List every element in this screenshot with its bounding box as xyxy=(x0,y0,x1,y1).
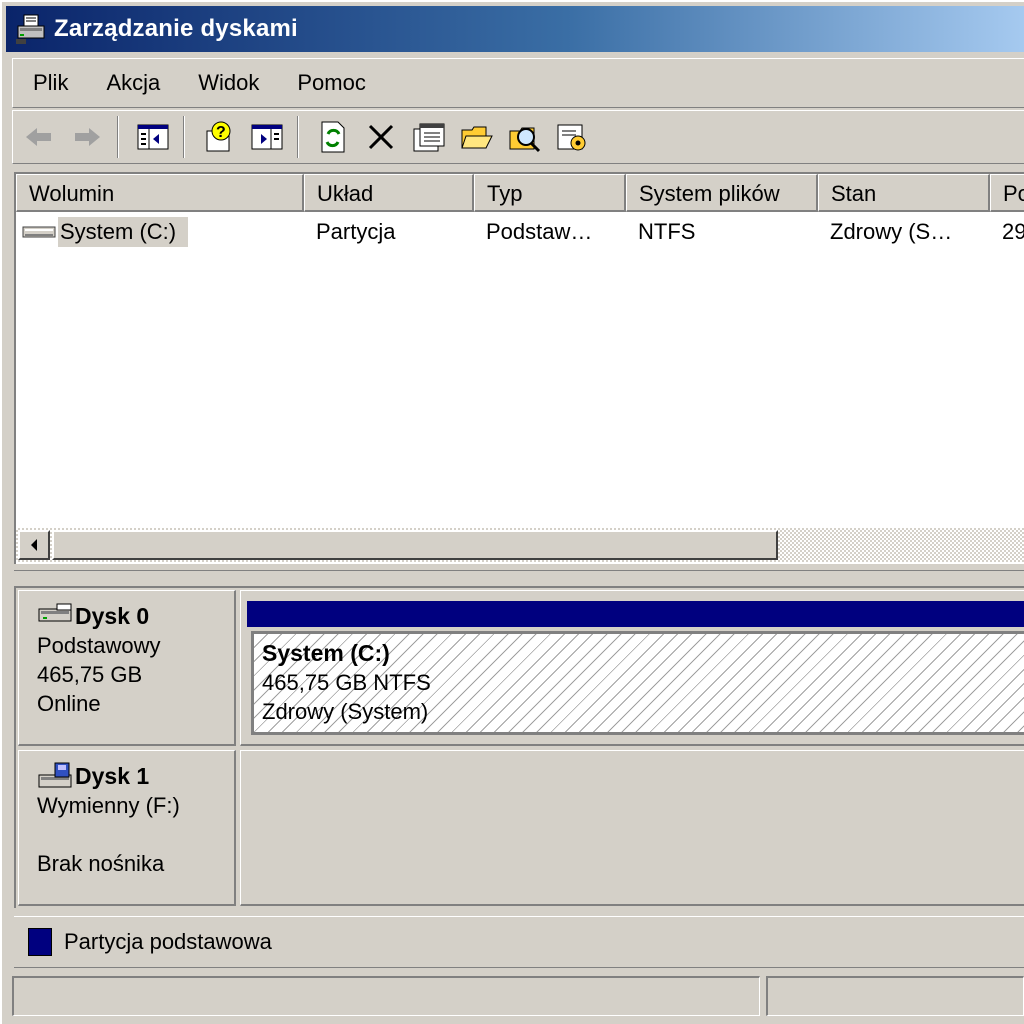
cell-filesystem: NTFS xyxy=(638,219,696,244)
disk-row-0: Dysk 0 Podstawowy 465,75 GB Online Syste… xyxy=(16,588,1024,748)
column-header-volume[interactable]: Wolumin xyxy=(16,174,304,212)
cell-status: Zdrowy (S… xyxy=(830,219,953,244)
title-bar[interactable]: Zarządzanie dyskami xyxy=(6,6,1024,52)
column-header-layout[interactable]: Układ xyxy=(304,174,474,212)
properties-button[interactable] xyxy=(407,115,451,159)
toolbar-separator xyxy=(183,116,185,158)
disk-title: Dysk 0 xyxy=(37,601,234,631)
disk-partitions-0: System (C:) 465,75 GB NTFS Zdrowy (Syste… xyxy=(240,590,1024,746)
volume-name: System (C:) xyxy=(58,217,189,247)
disk-info-0[interactable]: Dysk 0 Podstawowy 465,75 GB Online xyxy=(18,590,236,746)
disk-name: Dysk 1 xyxy=(75,762,150,789)
explore-button[interactable] xyxy=(503,115,547,159)
cell-capacity: 29 xyxy=(1002,219,1024,244)
open-icon xyxy=(461,126,493,149)
forward-button[interactable] xyxy=(65,115,109,159)
settings-icon xyxy=(557,124,586,151)
status-bar xyxy=(12,976,1024,1016)
svg-text:?: ? xyxy=(216,124,226,141)
partition-name: System (C:) xyxy=(262,640,390,666)
primary-partition-bar xyxy=(247,601,1024,627)
drive-icon xyxy=(22,226,56,238)
show-hide-tree-icon xyxy=(137,124,169,150)
legend-swatch-primary-partition xyxy=(28,928,52,956)
scroll-left-button[interactable] xyxy=(18,530,50,560)
horizontal-scrollbar[interactable] xyxy=(16,528,1024,562)
menu-file[interactable]: Plik xyxy=(13,63,86,103)
refresh-button[interactable] xyxy=(311,115,355,159)
window-title: Zarządzanie dyskami xyxy=(54,15,298,42)
scrollbar-thumb[interactable] xyxy=(52,530,778,560)
menu-help[interactable]: Pomoc xyxy=(277,63,383,103)
cell-type: Podstaw… xyxy=(486,219,593,244)
show-hide-tree-button[interactable] xyxy=(131,115,175,159)
partition-status: Zdrowy (System) xyxy=(262,699,429,724)
column-header-filesystem[interactable]: System plików xyxy=(626,174,818,212)
delete-button[interactable] xyxy=(359,115,403,159)
show-hide-action-pane-button[interactable] xyxy=(245,115,289,159)
open-button[interactable] xyxy=(455,115,499,159)
disk-type: Podstawowy xyxy=(37,633,161,658)
list-header: Wolumin Układ Typ System plików Stan Po xyxy=(16,174,1024,212)
properties-icon xyxy=(413,123,445,152)
explore-icon xyxy=(509,127,541,153)
help-icon: ? xyxy=(206,121,231,152)
cell-volume: System (C:) xyxy=(16,217,304,247)
back-icon xyxy=(26,128,51,146)
disk-management-icon xyxy=(14,12,48,46)
delete-icon xyxy=(368,124,394,150)
arrow-left-icon xyxy=(31,539,37,551)
disk-management-window: Zarządzanie dyskami Plik Akcja Widok Pom… xyxy=(0,0,1024,1024)
table-row[interactable]: System (C:) Partycja Podstaw… NTFS Zdrow… xyxy=(16,214,1024,250)
column-header-capacity[interactable]: Po xyxy=(990,174,1024,212)
disk-info-1[interactable]: Dysk 1 Wymienny (F:) Brak nośnika xyxy=(18,750,236,906)
disk-title: Dysk 1 xyxy=(37,761,234,791)
back-button[interactable] xyxy=(17,115,61,159)
disk-row-1: Dysk 1 Wymienny (F:) Brak nośnika xyxy=(16,748,1024,908)
legend: Partycja podstawowa xyxy=(14,916,1024,968)
disk-size: 465,75 GB xyxy=(37,662,143,687)
hard-disk-icon xyxy=(38,603,72,622)
cell-layout: Partycja xyxy=(316,219,396,244)
column-header-type[interactable]: Typ xyxy=(474,174,626,212)
pane-splitter[interactable] xyxy=(14,570,1024,580)
partition-detail: 465,75 GB NTFS xyxy=(262,670,431,695)
disk-state: Online xyxy=(37,691,101,716)
menu-view[interactable]: Widok xyxy=(178,63,277,103)
toolbar-separator xyxy=(297,116,299,158)
partition-system-c[interactable]: System (C:) 465,75 GB NTFS Zdrowy (Syste… xyxy=(251,631,1024,735)
menu-action[interactable]: Akcja xyxy=(86,63,178,103)
disk-graphical-view: Dysk 0 Podstawowy 465,75 GB Online Syste… xyxy=(14,586,1024,908)
settings-button[interactable] xyxy=(551,115,595,159)
forward-icon xyxy=(75,128,100,146)
refresh-icon xyxy=(321,121,345,153)
disk-type: Wymienny (F:) xyxy=(37,793,180,818)
help-button[interactable]: ? xyxy=(197,115,241,159)
menu-bar: Plik Akcja Widok Pomoc xyxy=(12,58,1024,108)
disk-state: Brak nośnika xyxy=(37,851,165,876)
removable-disk-icon xyxy=(38,762,72,788)
volume-list: Wolumin Układ Typ System plików Stan Po … xyxy=(14,172,1024,564)
toolbar-separator xyxy=(117,116,119,158)
disk-spacer xyxy=(37,820,234,849)
disk-partitions-1 xyxy=(240,750,1024,906)
toolbar: ? xyxy=(12,110,1024,164)
disk-name: Dysk 0 xyxy=(75,602,150,629)
status-pane-secondary xyxy=(766,976,1024,1016)
show-hide-action-pane-icon xyxy=(251,124,283,150)
legend-label: Partycja podstawowa xyxy=(64,929,272,954)
column-header-status[interactable]: Stan xyxy=(818,174,990,212)
status-pane-main xyxy=(12,976,760,1016)
